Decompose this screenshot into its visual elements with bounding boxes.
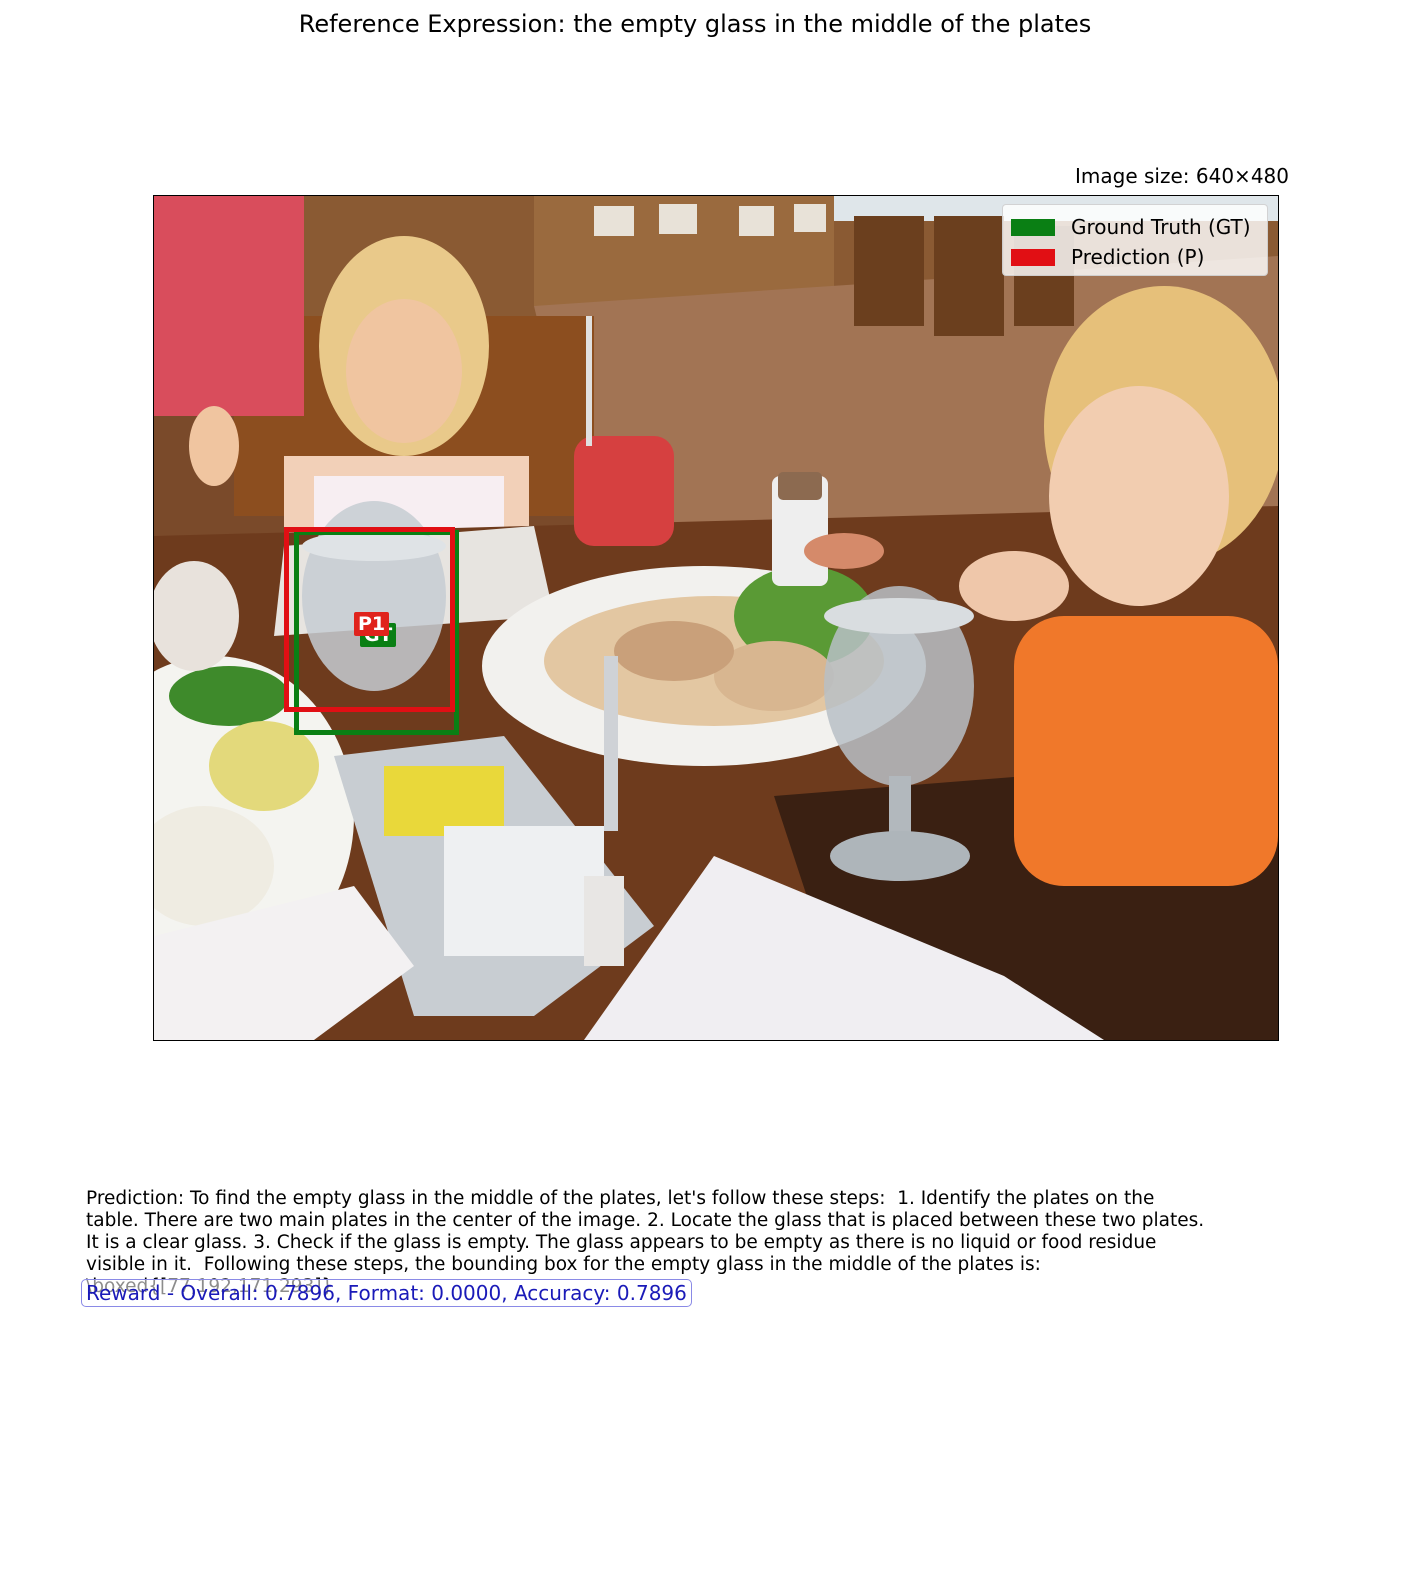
image-size-label: Image size: 640×480 — [1075, 164, 1289, 188]
photo-frame: GT P1 Ground Truth (GT) Prediction (P) — [153, 195, 1279, 1041]
prediction-tag: P1 — [354, 612, 390, 636]
legend-label-ground-truth: Ground Truth (GT) — [1071, 215, 1251, 239]
legend-item-prediction: Prediction (P) — [1011, 244, 1204, 270]
legend: Ground Truth (GT) Prediction (P) — [1002, 204, 1268, 276]
legend-item-ground-truth: Ground Truth (GT) — [1011, 214, 1251, 240]
reward-summary: Reward - Overall: 0.7896, Format: 0.0000… — [81, 1279, 692, 1307]
page-title: Reference Expression: the empty glass in… — [298, 10, 1092, 38]
legend-label-prediction: Prediction (P) — [1071, 245, 1205, 269]
legend-swatch-ground-truth — [1011, 218, 1055, 236]
legend-swatch-prediction — [1011, 248, 1055, 266]
